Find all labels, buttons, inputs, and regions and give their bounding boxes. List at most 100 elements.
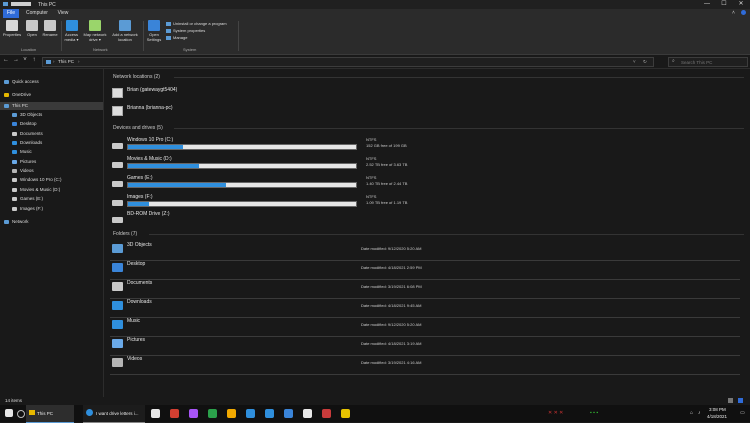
devices-drives-header[interactable]: Devices and drives (5) — [113, 125, 163, 131]
forward-button[interactable]: → — [12, 57, 20, 63]
sidebar-item[interactable]: This PC — [0, 102, 103, 110]
sidebar-item[interactable]: Games (E:) — [12, 195, 43, 203]
network-location-item[interactable]: Brian (gatewaygt5404) — [110, 86, 290, 99]
programs-icon — [166, 21, 171, 26]
map-network-drive-button[interactable]: Map network drive ▾ — [83, 20, 107, 42]
close-button[interactable]: ✕ — [734, 0, 748, 9]
taskbar-app-icon[interactable] — [284, 409, 293, 418]
add-network-location-button[interactable]: Add a network location — [110, 20, 140, 42]
drive-item[interactable]: Games (E:) NTFS 1.40 TB free of 2.44 TB — [110, 175, 750, 193]
volume-icon[interactable]: ♪ — [698, 410, 701, 416]
notification-icon[interactable]: ▭ — [740, 410, 745, 416]
sidebar-item[interactable]: OneDrive — [4, 91, 31, 99]
taskbar-search-icon[interactable] — [17, 410, 25, 418]
tab-computer[interactable]: Computer — [24, 9, 50, 18]
windows-start-icon[interactable] — [5, 409, 13, 417]
sidebar-item[interactable]: Documents — [12, 130, 43, 138]
drive-item[interactable]: Windows 10 Pro (C:) NTFS 152 GB free of 19… — [110, 137, 750, 155]
tab-file[interactable]: File — [3, 9, 19, 18]
sidebar-item[interactable]: Windows 10 Pro (C:) — [12, 176, 62, 184]
details-view-icon[interactable] — [728, 398, 733, 403]
taskbar-app-icon[interactable] — [303, 409, 312, 418]
divider — [143, 21, 144, 51]
title-bar: This PC — ☐ ✕ — [0, 0, 750, 9]
system-properties-link[interactable]: System properties — [166, 28, 205, 33]
refresh-icon[interactable]: ↻ — [643, 59, 647, 65]
date-modified: Date modified: 3/19/2021 6:08 PM — [361, 284, 422, 289]
taskbar-browser-button[interactable]: I want drive letters i... — [83, 405, 145, 423]
sidebar-item[interactable]: Music — [12, 148, 32, 156]
rename-icon — [44, 20, 56, 31]
maximize-button[interactable]: ☐ — [717, 0, 731, 9]
folder-item[interactable]: 3D Objects Date modified: 9/12/2020 5:20 … — [110, 242, 740, 261]
folder-item[interactable]: Videos Date modified: 3/19/2021 4:16 AM — [110, 356, 740, 375]
taskbar-app-icon[interactable] — [151, 409, 160, 418]
folder-item[interactable]: Documents Date modified: 3/19/2021 6:08 P… — [110, 280, 740, 299]
sidebar-item[interactable]: Desktop — [12, 120, 37, 128]
taskbar-app-icon[interactable] — [246, 409, 255, 418]
add-network-location-label: Add a network location — [112, 32, 138, 42]
minimize-button[interactable]: — — [700, 0, 714, 9]
taskbar-app-icon[interactable] — [227, 409, 236, 418]
sidebar-item[interactable]: Quick access — [4, 78, 39, 86]
help-icon[interactable] — [741, 10, 746, 15]
taskbar-app-icon[interactable] — [322, 409, 331, 418]
capacity-fill — [128, 202, 149, 206]
taskbar-app-icon[interactable] — [208, 409, 217, 418]
videos-icon — [12, 168, 17, 173]
chevron-up-icon[interactable]: ˄ — [732, 10, 735, 16]
address-bar[interactable]: › This PC › ˅ ↻ — [42, 57, 654, 67]
tray-icons[interactable]: ✕ ✕ ✕ — [548, 410, 563, 416]
rename-label: Rename — [42, 32, 58, 37]
back-button[interactable]: ← — [2, 57, 10, 63]
breadcrumb[interactable]: This PC — [58, 59, 74, 64]
folder-item[interactable]: Pictures Date modified: 4/18/2021 3:19 AM — [110, 337, 740, 356]
cube-icon — [12, 112, 17, 117]
taskbar-app-icon[interactable] — [341, 409, 350, 418]
folder-item[interactable]: Music Date modified: 9/12/2020 5:20 AM — [110, 318, 740, 337]
up-button[interactable]: ↑ — [30, 57, 38, 63]
recent-locations-button[interactable]: ˅ — [21, 57, 29, 63]
sidebar-item[interactable]: Videos — [12, 167, 34, 175]
sidebar-item[interactable]: Pictures — [12, 158, 36, 166]
folders-header[interactable]: Folders (7) — [113, 231, 137, 237]
sidebar-item[interactable]: Downloads — [12, 139, 42, 147]
rename-button[interactable]: Rename — [42, 20, 58, 37]
taskbar-app-icon[interactable] — [170, 409, 179, 418]
tab-view[interactable]: View — [54, 9, 72, 18]
sidebar-item[interactable]: Images (F:) — [12, 205, 43, 213]
access-media-button[interactable]: Access media ▾ — [63, 20, 80, 42]
properties-button[interactable]: Properties — [2, 20, 22, 37]
quick-access-toolbar[interactable] — [11, 2, 31, 6]
open-button[interactable]: Open — [25, 20, 39, 37]
network-icon[interactable]: ⌂ — [690, 410, 693, 416]
folder-item[interactable]: Downloads Date modified: 4/18/2021 9:45 A… — [110, 299, 740, 318]
drive-item[interactable]: Movies & Music (D:) NTFS 2.52 TB free of 3… — [110, 156, 750, 174]
taskbar-app-icon[interactable] — [265, 409, 274, 418]
taskbar-app-icon[interactable] — [189, 409, 198, 418]
dropdown-chevron-icon[interactable]: ˅ — [633, 59, 636, 64]
tray-icons[interactable]: ▪ ▪ ▪ — [590, 410, 598, 416]
search-box[interactable]: ⌕ — [668, 57, 748, 67]
folder-name: Documents — [127, 280, 153, 286]
taskbar-explorer-button[interactable]: This PC — [26, 405, 74, 423]
bdrom-drive[interactable]: BD-ROM Drive (Z:) — [110, 211, 750, 229]
computer-icon — [46, 60, 51, 64]
network-location-item[interactable]: Brianna (brianna-pc) — [110, 104, 290, 117]
tiles-view-icon[interactable] — [738, 398, 743, 403]
open-settings-button[interactable]: Open Settings — [146, 20, 162, 42]
clock-date[interactable]: 4/18/2021 — [707, 414, 727, 419]
sidebar-item-label: Pictures — [20, 159, 37, 164]
clock-time[interactable]: 3:08 PM — [709, 407, 726, 412]
sidebar-item[interactable]: Network — [4, 218, 29, 226]
file-system: NTFS — [366, 156, 377, 161]
manage-link[interactable]: Manage — [166, 35, 187, 40]
sidebar-item[interactable]: 3D Objects — [12, 111, 42, 119]
network-locations-header[interactable]: Network locations (2) — [113, 74, 160, 80]
sidebar-item[interactable]: Movies & Music (D:) — [12, 186, 60, 194]
uninstall-link[interactable]: Uninstall or change a program — [166, 21, 227, 26]
file-system: NTFS — [366, 137, 377, 142]
drive-item[interactable]: Images (F:) NTFS 1.09 TB free of 1.19 TB — [110, 194, 750, 212]
folder-item[interactable]: Desktop Date modified: 4/18/2021 2:59 PM — [110, 261, 740, 280]
search-input[interactable] — [681, 58, 741, 66]
